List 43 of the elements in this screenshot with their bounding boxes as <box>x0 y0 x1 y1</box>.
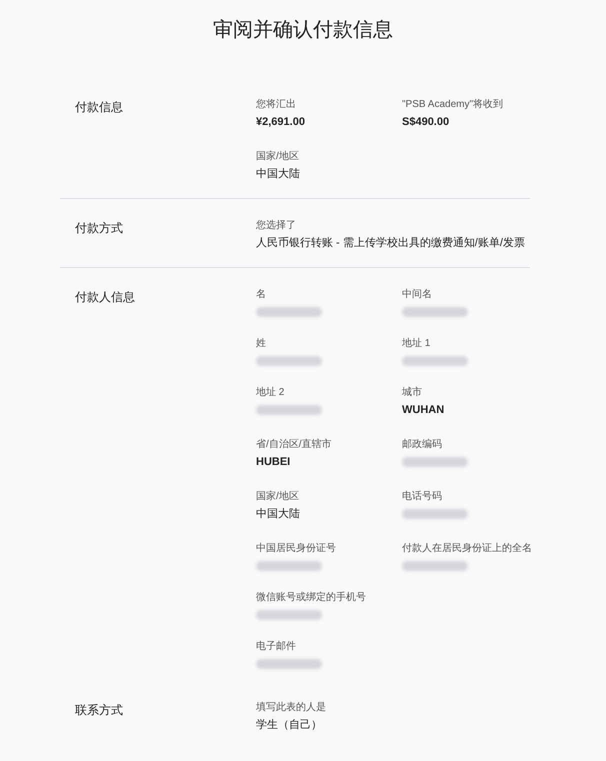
redacted-value <box>256 659 322 669</box>
redacted-value <box>402 307 468 317</box>
field-value: ¥2,691.00 <box>256 115 306 130</box>
field-label: 地址 1 <box>402 337 432 351</box>
page-title: 审阅并确认付款信息 <box>212 18 394 43</box>
redacted-value <box>256 561 322 571</box>
field-label: 名 <box>256 288 267 302</box>
field-label: 微信账号或绑定的手机号 <box>256 591 366 605</box>
field-value: 中国大陆 <box>256 167 300 182</box>
redacted-value <box>402 457 468 467</box>
field-label: 地址 2 <box>256 386 286 400</box>
field-label: 国家/地区 <box>256 490 300 504</box>
field-label: 电子邮件 <box>256 640 297 654</box>
redacted-value <box>402 561 468 571</box>
redacted-value <box>256 307 322 317</box>
redacted-value <box>402 356 468 366</box>
field-label: 姓 <box>256 337 267 351</box>
field-value: HUBEI <box>256 455 292 470</box>
field-value: S$490.00 <box>402 115 450 130</box>
field-label: 付款人在居民身份证上的全名 <box>402 542 533 556</box>
field-label: 填写此表的人是 <box>256 701 326 715</box>
field-label: 电话号码 <box>402 490 443 504</box>
redacted-value <box>402 509 468 519</box>
field-value: 中国大陆 <box>256 507 301 522</box>
redacted-value <box>256 405 322 415</box>
field-label: 省/自治区/直辖市 <box>256 438 333 452</box>
field-label: 您选择了 <box>256 219 297 233</box>
section-title: 付款信息 <box>75 99 124 116</box>
field-label: 中国居民身份证号 <box>256 542 337 556</box>
section-title: 联系方式 <box>75 702 124 719</box>
field-label: 邮政编码 <box>402 438 443 452</box>
field-label: 您将汇出 <box>256 98 297 112</box>
section-title: 付款方式 <box>75 220 124 237</box>
field-label: 中间名 <box>402 288 433 302</box>
field-label: 城市 <box>402 386 423 400</box>
section-title: 付款人信息 <box>75 289 136 306</box>
field-value: WUHAN <box>402 403 446 418</box>
field-value: 学生（自己） <box>256 718 323 733</box>
field-value: 人民币银行转账 - 需上传学校出具的缴费通知/账单/发票 <box>256 236 525 251</box>
redacted-value <box>256 356 322 366</box>
field-label: "PSB Academy"将收到 <box>402 98 504 112</box>
field-label: 国家/地区 <box>256 150 300 164</box>
redacted-value <box>256 610 322 620</box>
